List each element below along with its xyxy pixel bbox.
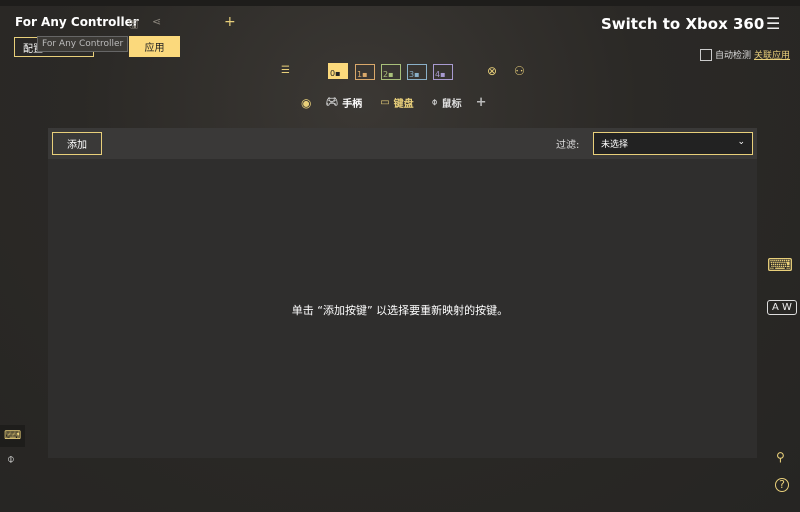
tooltip: For Any Controller [37,36,129,52]
mouse-mode-icon[interactable]: ⌽ [7,452,15,467]
slot-4[interactable]: 4 ▪ [433,64,453,80]
tab-mouse[interactable]: 鼠标 [442,95,462,110]
key-remap-icon[interactable]: A W [767,300,797,315]
switch-title: Switch to Xbox 360 [601,15,765,33]
filter-select[interactable]: 未选择 ⌄ [593,132,753,155]
window-titlebar [0,0,800,6]
profile-title: For Any Controller [15,15,139,29]
slot-1[interactable]: 1 ▪ [355,64,375,80]
keyboard-mode-icon[interactable]: ⌨ [4,428,21,442]
filter-label: 过滤: [556,140,580,151]
tab-gamepad[interactable]: 手柄 [342,95,362,110]
xbox-icon[interactable]: ⊗ [487,64,497,78]
satellite-icon[interactable]: ⚲ [776,450,785,464]
filter-value: 未选择 [601,140,629,150]
save-icon[interactable]: 🖫 [129,16,138,35]
empty-message: 单击 “添加按键” 以选择要重新映射的按键。 [291,304,509,317]
eye-icon[interactable]: ◉ [301,96,311,110]
add-profile-icon[interactable]: + [224,14,236,30]
auto-detect-label: 自动检测 [715,51,752,61]
virtual-keyboard-icon[interactable]: ⌨ [767,255,793,276]
auto-detect[interactable]: 自动检测 关联应用 [700,48,790,61]
auto-detect-checkbox[interactable] [700,48,712,61]
slot-0[interactable]: 0 ▪ [328,63,348,79]
link-apps-link[interactable]: 关联应用 [754,48,790,61]
add-button[interactable]: 添加 [52,132,102,155]
list-icon[interactable]: ☰ [281,65,290,76]
help-icon[interactable]: ? [775,478,789,492]
users-icon[interactable]: ⚇ [514,64,525,78]
slot-3[interactable]: 3 ▪ [407,64,427,80]
gamepad-icon: 🎮︎ [325,97,339,108]
tab-keyboard[interactable]: 键盘 [394,95,414,110]
share-icon[interactable]: ⋖ [152,15,161,28]
apply-button[interactable]: 应用 [129,36,180,57]
mapping-panel [48,128,757,458]
slot-2[interactable]: 2 ▪ [381,64,401,80]
menu-icon[interactable]: ☰ [766,14,780,33]
add-tab-icon[interactable]: + [476,95,487,110]
mouse-icon: ⌽ [431,97,438,108]
chevron-down-icon: ⌄ [737,137,745,147]
keyboard-icon: ▭ [380,97,390,108]
